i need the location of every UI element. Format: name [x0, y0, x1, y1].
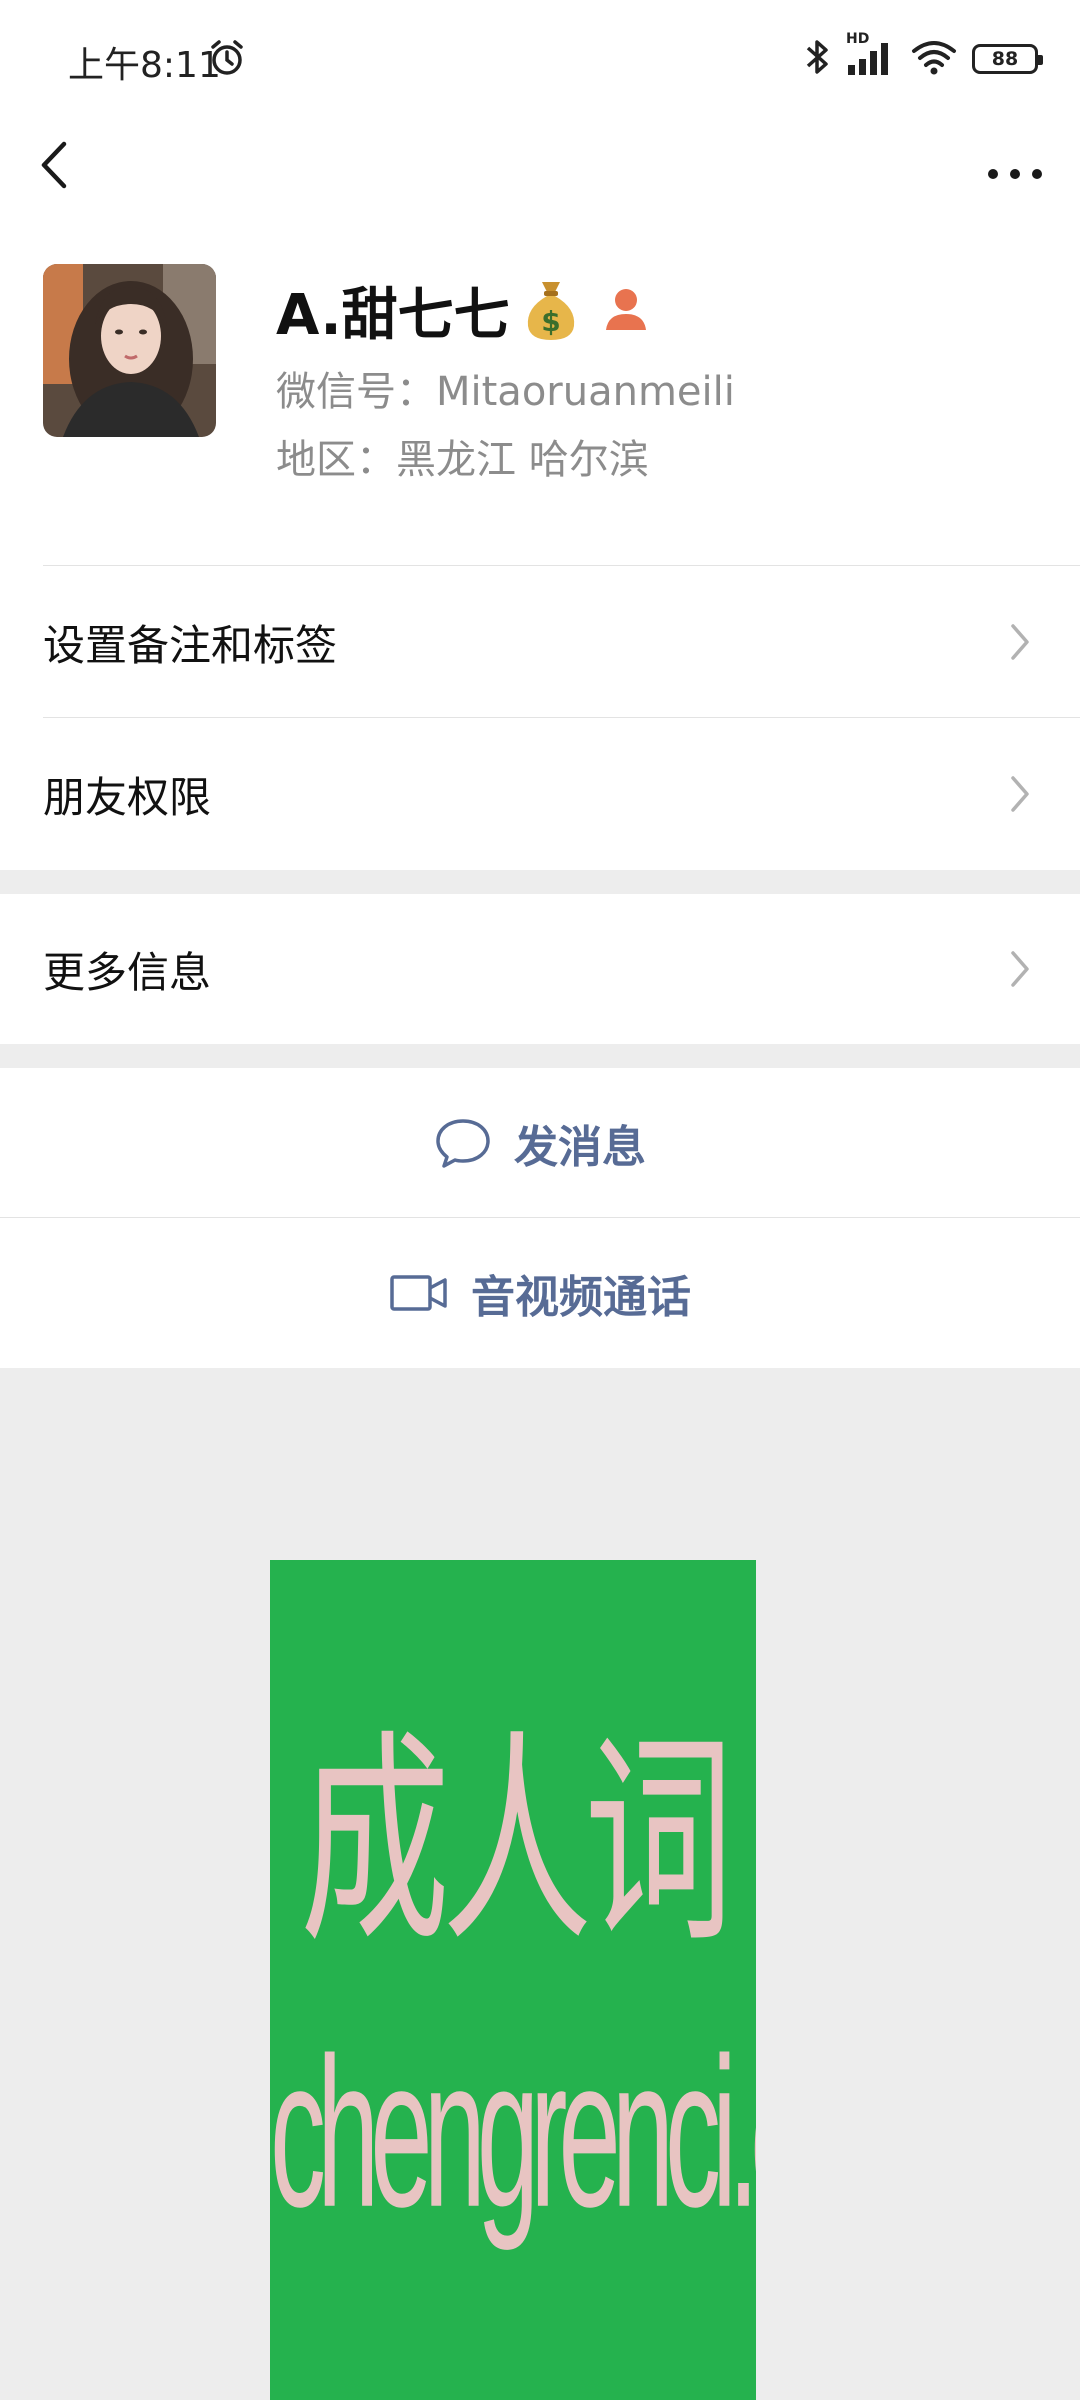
alarm-icon: [207, 38, 247, 82]
battery-level: 88: [991, 48, 1019, 70]
send-message-button[interactable]: 发消息: [0, 1068, 1080, 1218]
wifi-icon: [910, 37, 958, 81]
chat-bubble-icon: [436, 1119, 490, 1168]
network-label: HD: [846, 31, 870, 47]
more-dots-icon: [988, 169, 1042, 179]
profile-header: A.甜七七 $ 微信号：Mitaoruanmeili 地区：黑龙江 哈尔滨: [0, 214, 1080, 566]
name-row: A.甜七七 $: [276, 270, 648, 351]
signal-icon: HD: [846, 31, 896, 81]
more-info-label: 更多信息: [43, 947, 212, 997]
ad-domain: chengrenci.com: [270, 2013, 756, 2252]
chevron-left-icon: [41, 141, 67, 189]
friend-permissions-cell[interactable]: 朋友权限: [0, 718, 1080, 870]
status-bar: 上午8:11 HD 88: [0, 0, 1080, 118]
user-icon: [604, 284, 648, 338]
more-options-button[interactable]: [980, 136, 1050, 192]
status-time: 上午8:11: [68, 45, 221, 86]
wechat-id: 微信号：Mitaoruanmeili: [276, 369, 735, 415]
more-info-cell[interactable]: 更多信息: [0, 894, 1080, 1044]
remark-tags-cell[interactable]: 设置备注和标签: [0, 566, 1080, 718]
chevron-right-icon: [1011, 776, 1029, 812]
profile-name: A.甜七七: [276, 283, 510, 348]
ad-title-cn: 成人词: [299, 1715, 734, 1968]
remark-tags-label: 设置备注和标签: [43, 620, 338, 670]
avatar[interactable]: [43, 264, 216, 437]
chevron-right-icon: [1011, 624, 1029, 660]
money-bag-icon: $: [522, 276, 580, 346]
bluetooth-icon: [804, 36, 832, 82]
ad-image[interactable]: 成人词 chengrenci.com: [270, 1560, 756, 2400]
nav-bar: [0, 118, 1080, 214]
av-call-button[interactable]: 音视频通话: [0, 1218, 1080, 1368]
battery-icon: 88: [972, 44, 1043, 74]
av-call-label: 音视频通话: [471, 1272, 691, 1323]
contact-profile-screen: 上午8:11 HD 88 A.甜七七 $ 微信号：Mitaoruanmeili …: [0, 0, 1080, 2400]
svg-text:$: $: [541, 305, 560, 338]
back-button[interactable]: [30, 128, 90, 198]
send-message-label: 发消息: [514, 1122, 646, 1173]
video-camera-icon: [390, 1275, 447, 1311]
chevron-right-icon: [1011, 951, 1029, 987]
friend-permissions-label: 朋友权限: [43, 772, 212, 822]
status-icons: HD 88: [804, 31, 1043, 82]
region: 地区：黑龙江 哈尔滨: [276, 437, 649, 483]
